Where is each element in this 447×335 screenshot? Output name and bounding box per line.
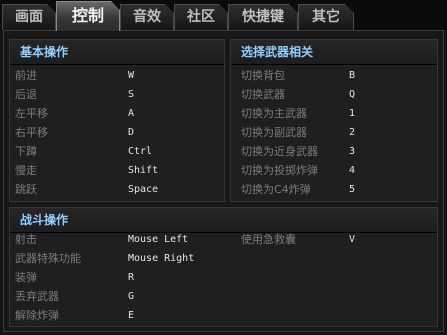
keybind-value[interactable]: Mouse Left bbox=[128, 230, 188, 249]
keybind-value[interactable]: Ctrl bbox=[128, 142, 152, 161]
basic-ops-panel: 基本操作 前进 W 后退 S 左平移 A 右平移 D 下蹲 Ctrl 慢走 Shift 跳跃… bbox=[9, 39, 225, 202]
keybind-label: 后退 bbox=[15, 88, 37, 101]
keybind-label: 切换为C4炸弹 bbox=[241, 183, 311, 196]
weapon-select-title: 选择武器相关 bbox=[231, 40, 437, 65]
keybind-label: 切换为近身武器 bbox=[241, 145, 318, 158]
tab-controls-label: 控制 bbox=[71, 6, 104, 25]
keybind-row[interactable]: 切换为副武器 2 bbox=[241, 123, 433, 142]
keybind-label: 右平移 bbox=[15, 126, 48, 139]
keybind-row[interactable]: 切换武器 Q bbox=[241, 85, 433, 104]
weapon-select-panel: 选择武器相关 切换背包 B 切换武器 Q 切换为主武器 1 切换为副武器 2 切换为近身… bbox=[230, 39, 438, 202]
keybind-row[interactable]: 下蹲 Ctrl bbox=[15, 142, 219, 161]
keybind-label: 切换为副武器 bbox=[241, 126, 307, 139]
tab-community[interactable]: 社区 bbox=[174, 4, 228, 30]
keybind-row[interactable]: 丢弃武器 G bbox=[15, 287, 235, 306]
keybind-value[interactable]: Shift bbox=[128, 161, 158, 180]
keybind-row[interactable]: 前进 W bbox=[15, 66, 219, 85]
keybind-label: 前进 bbox=[15, 69, 37, 82]
keybind-label: 使用急救囊 bbox=[241, 233, 296, 246]
keybind-value[interactable]: B bbox=[349, 66, 355, 85]
keybind-label: 切换武器 bbox=[241, 88, 285, 101]
keybind-value[interactable]: 2 bbox=[349, 123, 355, 142]
keybind-value[interactable]: Mouse Right bbox=[128, 249, 194, 268]
keybind-row[interactable]: 解除炸弹 E bbox=[15, 306, 235, 325]
keybind-row[interactable]: 武器特殊功能 Mouse Right bbox=[15, 249, 235, 268]
tab-other-label: 其它 bbox=[312, 9, 340, 25]
keybind-value[interactable]: 5 bbox=[349, 180, 355, 199]
keybind-value[interactable]: G bbox=[128, 287, 134, 306]
keybind-value[interactable]: Q bbox=[349, 85, 355, 104]
keybind-label: 解除炸弹 bbox=[15, 309, 59, 322]
keybind-value[interactable]: 4 bbox=[349, 161, 355, 180]
keybind-value[interactable]: 1 bbox=[349, 104, 355, 123]
keybind-row[interactable]: 切换为C4炸弹 5 bbox=[241, 180, 433, 199]
keybind-row[interactable]: 跳跃 Space bbox=[15, 180, 219, 199]
keybind-row[interactable]: 切换背包 B bbox=[241, 66, 433, 85]
basic-ops-title: 基本操作 bbox=[10, 40, 224, 65]
keybind-row[interactable]: 切换为投掷炸弹 4 bbox=[241, 161, 433, 180]
keybind-value[interactable]: W bbox=[128, 66, 134, 85]
tab-graphics[interactable]: 画面 bbox=[2, 4, 56, 30]
keybind-row[interactable]: 射击 Mouse Left bbox=[15, 230, 235, 249]
keybind-value[interactable]: D bbox=[128, 123, 134, 142]
settings-content: 基本操作 前进 W 后退 S 左平移 A 右平移 D 下蹲 Ctrl 慢走 Shift 跳跃… bbox=[3, 30, 444, 332]
keybind-value[interactable]: V bbox=[349, 230, 355, 249]
keybind-label: 切换背包 bbox=[241, 69, 285, 82]
tab-sound-label: 音效 bbox=[133, 9, 161, 25]
tab-community-label: 社区 bbox=[187, 9, 215, 25]
tab-graphics-label: 画面 bbox=[15, 9, 43, 25]
keybind-row[interactable]: 左平移 A bbox=[15, 104, 219, 123]
tab-bar: 画面 控制 音效 社区 快捷键 其它 bbox=[0, 0, 447, 30]
tab-hotkeys-label: 快捷键 bbox=[242, 9, 284, 25]
tab-hotkeys[interactable]: 快捷键 bbox=[228, 4, 298, 30]
keybind-label: 装弹 bbox=[15, 271, 37, 284]
combat-ops-panel: 战斗操作 射击 Mouse Left 武器特殊功能 Mouse Right 装弹 R … bbox=[9, 207, 438, 327]
keybind-label: 跳跃 bbox=[15, 183, 37, 196]
keybind-row[interactable]: 切换为近身武器 3 bbox=[241, 142, 433, 161]
keybind-label: 左平移 bbox=[15, 107, 48, 120]
keybind-label: 切换为投掷炸弹 bbox=[241, 164, 318, 177]
keybind-value[interactable]: R bbox=[128, 268, 134, 287]
tab-sound[interactable]: 音效 bbox=[120, 4, 174, 30]
keybind-value[interactable]: E bbox=[128, 306, 134, 325]
keybind-value[interactable]: S bbox=[128, 85, 134, 104]
keybind-value[interactable]: Space bbox=[128, 180, 158, 199]
keybind-row[interactable]: 装弹 R bbox=[15, 268, 235, 287]
keybind-row[interactable]: 右平移 D bbox=[15, 123, 219, 142]
keybind-value[interactable]: 3 bbox=[349, 142, 355, 161]
keybind-label: 射击 bbox=[15, 233, 37, 246]
keybind-row[interactable]: 慢走 Shift bbox=[15, 161, 219, 180]
keybind-label: 武器特殊功能 bbox=[15, 252, 81, 265]
keybind-label: 下蹲 bbox=[15, 145, 37, 158]
keybind-label: 切换为主武器 bbox=[241, 107, 307, 120]
keybind-row[interactable]: 切换为主武器 1 bbox=[241, 104, 433, 123]
keybind-row[interactable]: 使用急救囊 V bbox=[241, 230, 421, 249]
keybind-value[interactable]: A bbox=[128, 104, 134, 123]
keybind-row[interactable]: 后退 S bbox=[15, 85, 219, 104]
tab-other[interactable]: 其它 bbox=[298, 4, 354, 30]
tab-controls[interactable]: 控制 bbox=[56, 1, 120, 31]
keybind-label: 慢走 bbox=[15, 164, 37, 177]
keybind-label: 丢弃武器 bbox=[15, 290, 59, 303]
